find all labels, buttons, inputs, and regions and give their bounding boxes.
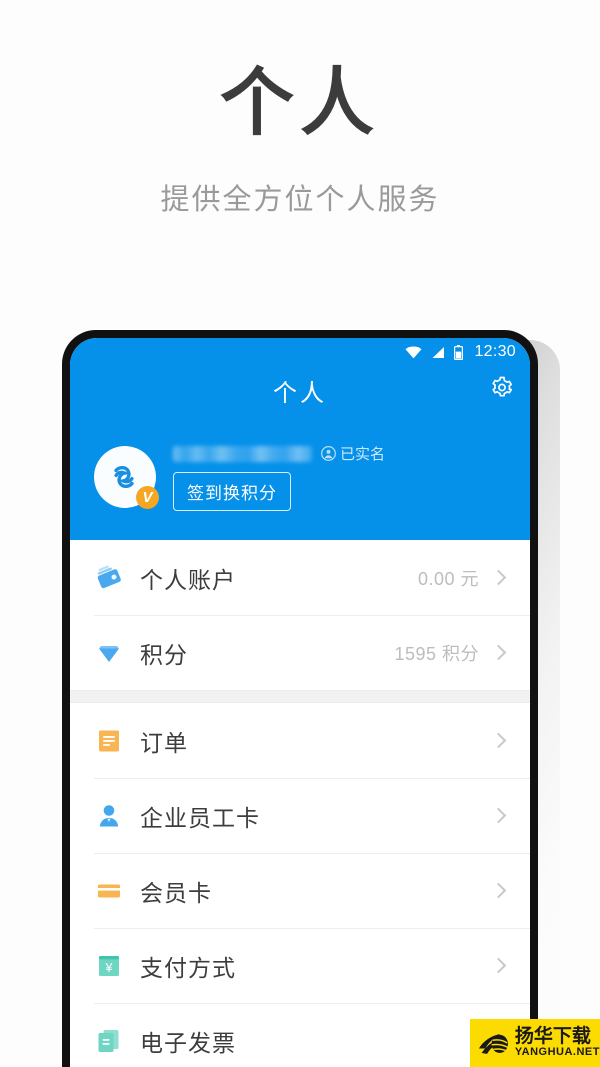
- chevron-right-icon: [490, 644, 507, 661]
- wallet-icon: [94, 563, 124, 593]
- profile-section[interactable]: V 已实名 签到换积分: [70, 414, 530, 540]
- watermark-en: YANGHUA.NET: [514, 1046, 600, 1059]
- wifi-icon: [405, 346, 422, 358]
- verified-v-badge: V: [136, 486, 159, 509]
- promo-header: 个人 提供全方位个人服务: [0, 0, 600, 218]
- list-item-points[interactable]: 积分 1595 积分: [70, 615, 530, 690]
- list-item-einvoice[interactable]: 电子发票: [70, 1003, 530, 1067]
- profile-details: 已实名 签到换积分: [173, 443, 385, 511]
- section-divider: [70, 690, 530, 703]
- svg-text:¥: ¥: [105, 961, 113, 975]
- list-item-membership-card[interactable]: 会员卡: [70, 853, 530, 928]
- list-item-label: 订单: [140, 729, 188, 756]
- chevron-right-icon: [490, 807, 507, 824]
- menu-group-services: 订单 企业员工卡 会员卡 ¥ 支付方式 电子发票: [70, 703, 530, 1067]
- username-masked: [173, 445, 312, 462]
- status-bar-clock: 12:30: [474, 343, 516, 360]
- order-list-icon: [94, 726, 124, 756]
- list-item-label: 支付方式: [140, 954, 236, 981]
- chevron-right-icon: [490, 732, 507, 749]
- tiger-logo-icon: [478, 1033, 509, 1054]
- chevron-right-icon: [490, 569, 507, 586]
- list-item-label: 电子发票: [140, 1029, 236, 1056]
- list-item-value: 0.00 元: [417, 568, 479, 589]
- app-bar-title: 个人: [273, 379, 327, 407]
- battery-icon: [454, 344, 464, 360]
- chevron-right-icon: [490, 882, 507, 899]
- invoice-icon: [94, 1026, 124, 1056]
- verified-label: 已实名: [340, 446, 386, 463]
- member-card-icon: [94, 876, 124, 906]
- app-bar: 个人: [70, 366, 530, 414]
- username-row: 已实名: [173, 443, 385, 464]
- phone-mockup-frame: 12:30 个人 V 已实名 签到换积分 个人账户 0.00 元 积分 1595…: [62, 330, 538, 1067]
- list-item-label: 会员卡: [140, 879, 212, 906]
- payment-yuan-icon: ¥: [94, 951, 124, 981]
- menu-list: 个人账户 0.00 元 积分 1595 积分 订单 企业员工卡 会员卡 ¥ 支付…: [70, 540, 530, 1067]
- person-circle-icon: [321, 446, 336, 461]
- menu-group-accounts: 个人账户 0.00 元 积分 1595 积分: [70, 540, 530, 690]
- page-title: 个人: [220, 61, 380, 144]
- signal-icon: [432, 346, 445, 358]
- status-bar: 12:30: [70, 338, 530, 366]
- page-subtitle: 提供全方位个人服务: [160, 184, 440, 216]
- list-item-employee-card[interactable]: 企业员工卡: [70, 778, 530, 853]
- chevron-right-icon: [490, 957, 507, 974]
- diamond-icon: [94, 638, 124, 668]
- watermark-text: 扬华下载 YANGHUA.NET: [515, 1027, 600, 1058]
- watermark-cn: 扬华下载: [514, 1026, 591, 1048]
- list-item-label: 积分: [140, 641, 188, 668]
- watermark-badge: 扬华下载 YANGHUA.NET: [470, 1019, 600, 1067]
- status-badge: 已实名: [321, 443, 385, 464]
- list-item-orders[interactable]: 订单: [70, 703, 530, 778]
- phone-screen: 12:30 个人 V 已实名 签到换积分 个人账户 0.00 元 积分 1595…: [70, 338, 530, 1067]
- list-item-payment-method[interactable]: ¥ 支付方式: [70, 928, 530, 1003]
- list-item-label: 企业员工卡: [140, 804, 260, 831]
- gear-icon[interactable]: [490, 376, 514, 405]
- checkin-button[interactable]: 签到换积分: [173, 472, 291, 511]
- avatar[interactable]: V: [94, 446, 159, 509]
- list-item-label: 个人账户: [140, 566, 236, 593]
- list-item-value: 1595 积分: [394, 643, 479, 664]
- employee-card-icon: [94, 801, 124, 831]
- list-item-personal-account[interactable]: 个人账户 0.00 元: [70, 540, 530, 615]
